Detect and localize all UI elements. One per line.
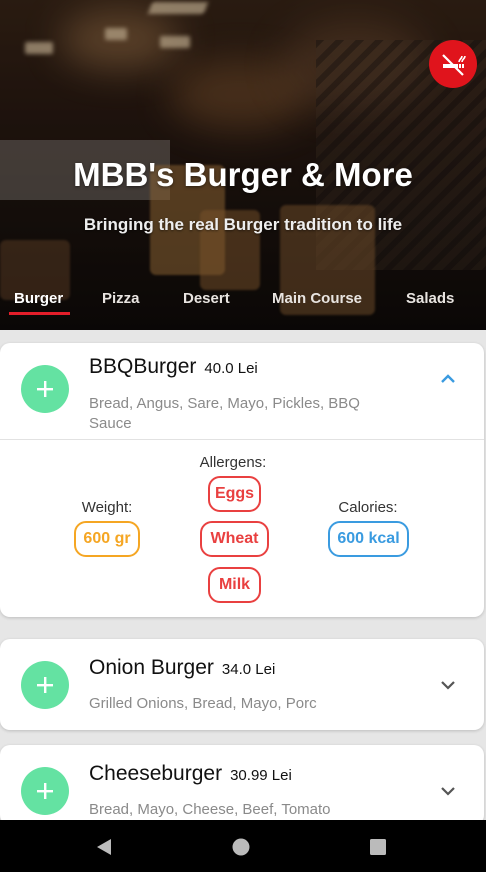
allergen-badge: Milk [208,567,261,603]
item-title: Onion Burger 34.0 Lei [89,656,275,680]
calories-label: Calories: [338,499,398,516]
back-button[interactable] [93,836,115,858]
chevron-down-icon [441,787,455,796]
category-tabs: Burger Pizza Desert Main Course Salads [0,282,486,320]
restaurant-title: MBB's Burger & More [73,156,413,193]
chevron-up-icon [441,374,455,383]
recents-button[interactable] [367,836,389,858]
home-button[interactable] [230,836,252,858]
no-smoking-icon [442,54,466,76]
item-description: Grilled Onions, Bread, Mayo, Porc [89,695,317,712]
system-navigation-bar [0,820,486,872]
tab-desert[interactable]: Desert [183,290,230,307]
item-name: Onion Burger [89,656,214,679]
item-price: 40.0 Lei [204,360,258,377]
weight-label: Weight: [81,499,133,516]
item-title: BBQBurger 40.0 Lei [89,355,258,379]
chevron-down-icon [441,681,455,690]
tab-pizza[interactable]: Pizza [102,290,140,307]
tab-main-course[interactable]: Main Course [272,290,362,307]
menu-item-card[interactable]: BBQBurger 40.0 Lei Bread, Angus, Sare, Ma… [0,343,484,617]
item-name: BBQBurger [89,355,197,378]
weight-value: 600 gr [74,521,140,557]
item-price: 30.99 Lei [230,767,292,784]
allergens-label: Allergens: [199,454,267,471]
menu-item-card[interactable]: Cheeseburger 30.99 Lei Bread, Mayo, Chees… [0,745,484,825]
tab-burger[interactable]: Burger [14,290,63,307]
menu-item-card[interactable]: Onion Burger 34.0 Lei Grilled Onions, Bre… [0,639,484,730]
add-to-cart-button[interactable] [21,365,69,413]
home-icon [232,838,250,856]
details-divider [0,439,484,440]
add-to-cart-button[interactable] [21,767,69,815]
item-description: Bread, Mayo, Cheese, Beef, Tomato [89,801,331,818]
item-name: Cheeseburger [89,762,223,785]
tab-salads[interactable]: Salads [406,290,454,307]
plus-icon [37,381,53,397]
collapse-button[interactable] [437,368,459,390]
item-title: Cheeseburger 30.99 Lei [89,762,292,786]
active-tab-indicator [9,312,70,315]
add-to-cart-button[interactable] [21,661,69,709]
allergen-badge: Eggs [208,476,261,512]
plus-icon [37,783,53,799]
restaurant-subtitle: Bringing the real Burger tradition to li… [83,215,403,234]
recents-icon [370,839,386,855]
expand-button[interactable] [437,780,459,802]
item-price: 34.0 Lei [221,661,276,678]
plus-icon [37,677,53,693]
back-icon [97,839,111,855]
no-smoking-button[interactable] [429,40,477,88]
expand-button[interactable] [437,674,459,696]
calories-value: 600 kcal [328,521,409,557]
hero-banner: MBB's Burger & More Bringing the real Bu… [0,0,486,330]
allergen-badge: Wheat [200,521,269,557]
item-description: Bread, Angus, Sare, Mayo, Pickles, BBQ S… [89,395,360,432]
